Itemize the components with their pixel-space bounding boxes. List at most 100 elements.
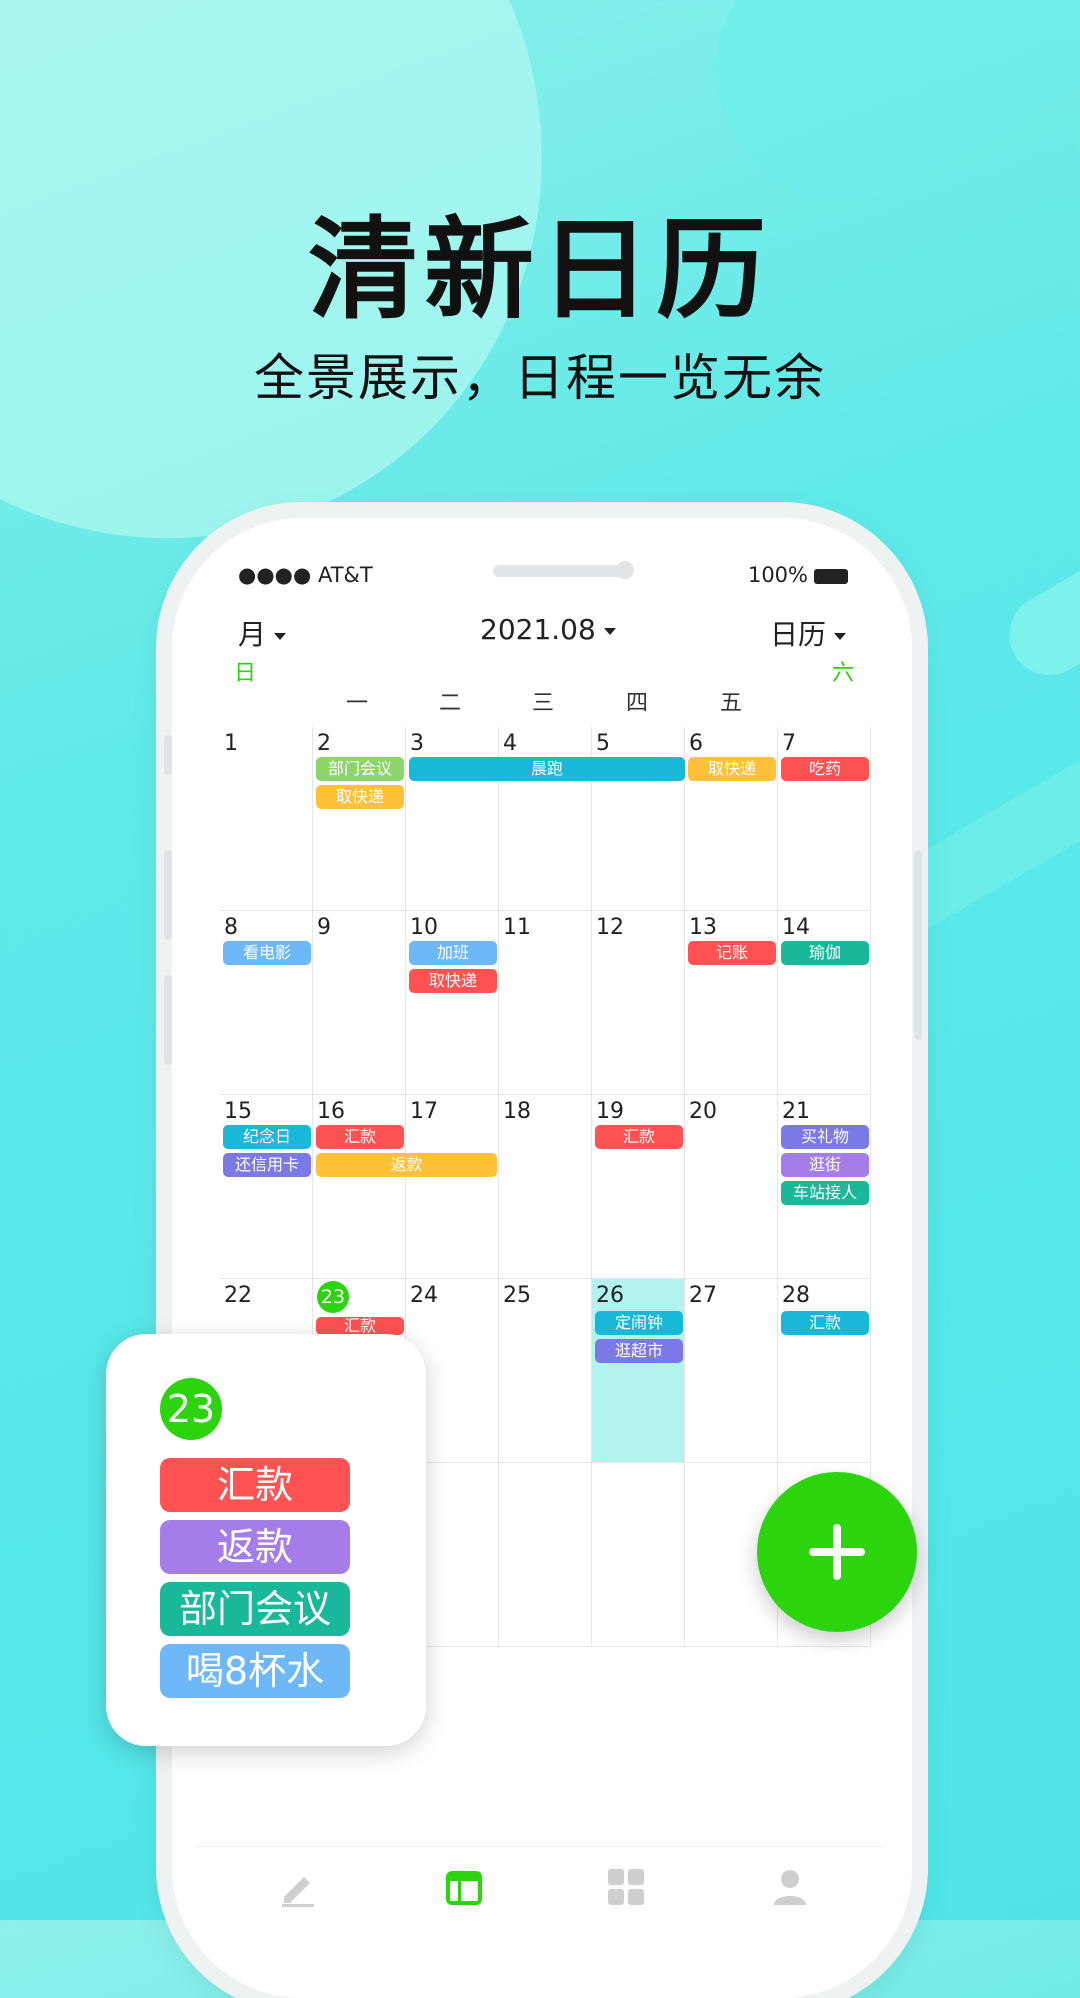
day-number: 27 <box>689 1283 717 1308</box>
event-chip[interactable]: 逛街 <box>781 1153 869 1177</box>
day-cell[interactable]: 13 <box>685 911 778 1095</box>
day-cell[interactable]: 17 <box>406 1095 499 1279</box>
phone-side-button <box>914 850 922 1040</box>
event-chip[interactable]: 汇款 <box>595 1125 683 1149</box>
grid-icon[interactable] <box>606 1867 646 1907</box>
day-cell[interactable]: 27 <box>685 1279 778 1463</box>
day-number: 19 <box>596 1099 624 1124</box>
event-chip[interactable]: 取快递 <box>316 785 404 809</box>
today-marker: 23 <box>317 1281 349 1313</box>
event-chip[interactable]: 买礼物 <box>781 1125 869 1149</box>
popup-event[interactable]: 喝8杯水 <box>160 1644 350 1698</box>
day-cell[interactable]: 2 <box>313 727 406 911</box>
event-chip[interactable]: 取快递 <box>409 969 497 993</box>
day-number: 14 <box>782 915 810 940</box>
day-cell[interactable] <box>592 1463 685 1647</box>
popup-day-badge: 23 <box>160 1378 222 1440</box>
event-chip[interactable]: 加班 <box>409 941 497 965</box>
day-cell[interactable]: 7 <box>778 727 871 911</box>
weekday-sat: 六 <box>832 661 855 686</box>
popup-event[interactable]: 汇款 <box>160 1458 350 1512</box>
day-number: 15 <box>224 1099 252 1124</box>
calendar-icon[interactable] <box>444 1867 484 1907</box>
view-mode-dropdown[interactable]: 月 <box>238 613 287 653</box>
day-cell[interactable]: 3 <box>406 727 499 911</box>
event-chip[interactable]: 纪念日 <box>223 1125 311 1149</box>
day-cell[interactable]: 20 <box>685 1095 778 1279</box>
day-number: 18 <box>503 1099 531 1124</box>
user-icon[interactable] <box>770 1867 810 1907</box>
background-shape <box>994 510 1080 690</box>
day-cell[interactable]: 18 <box>499 1095 592 1279</box>
bottom-tab-bar <box>196 1846 882 1921</box>
day-cell[interactable]: 14 <box>778 911 871 1095</box>
event-chip[interactable]: 汇款 <box>316 1317 404 1335</box>
event-chip[interactable]: 取快递 <box>688 757 776 781</box>
chevron-down-icon <box>603 627 616 635</box>
day-number: 22 <box>224 1283 252 1308</box>
day-number: 8 <box>224 915 238 940</box>
day-detail-popup: 23 汇款 返款 部门会议 喝8杯水 <box>106 1334 426 1746</box>
weekday-fri: 五 <box>720 691 743 716</box>
day-number: 6 <box>689 731 703 756</box>
month-picker[interactable]: 2021.08 <box>480 613 616 646</box>
day-number: 3 <box>410 731 424 756</box>
day-number: 24 <box>410 1283 438 1308</box>
day-cell[interactable]: 1 <box>220 727 313 911</box>
day-cell-selected[interactable]: 26 <box>592 1279 685 1463</box>
promo-subtitle: 全景展示，日程一览无余 <box>254 349 826 407</box>
day-cell[interactable]: 6 <box>685 727 778 911</box>
day-cell[interactable] <box>499 1463 592 1647</box>
event-chip[interactable]: 返款 <box>316 1153 497 1177</box>
pencil-icon[interactable] <box>278 1867 318 1907</box>
popup-event[interactable]: 返款 <box>160 1520 350 1574</box>
day-cell[interactable]: 19 <box>592 1095 685 1279</box>
day-cell[interactable]: 16 <box>313 1095 406 1279</box>
event-chip[interactable]: 瑜伽 <box>781 941 869 965</box>
weekday-wed: 三 <box>532 691 555 716</box>
event-chip[interactable]: 汇款 <box>316 1125 404 1149</box>
day-number: 20 <box>689 1099 717 1124</box>
calendar-mode-dropdown[interactable]: 日历 <box>770 613 847 653</box>
day-number: 16 <box>317 1099 345 1124</box>
event-chip[interactable]: 汇款 <box>781 1311 869 1335</box>
event-chip[interactable]: 逛超市 <box>595 1339 683 1363</box>
weekday-tue: 二 <box>439 691 462 716</box>
day-number: 13 <box>689 915 717 940</box>
event-chip[interactable]: 车站接人 <box>781 1181 869 1205</box>
weekday-thu: 四 <box>626 691 649 716</box>
event-chip[interactable]: 记账 <box>688 941 776 965</box>
event-chip[interactable]: 晨跑 <box>409 757 685 781</box>
day-cell[interactable]: 11 <box>499 911 592 1095</box>
phone-speaker <box>493 565 628 577</box>
day-cell[interactable]: 12 <box>592 911 685 1095</box>
add-event-button[interactable] <box>757 1472 917 1632</box>
weekday-header: 日 一 二 三 四 五 六 <box>190 655 890 735</box>
day-number: 12 <box>596 915 624 940</box>
day-number: 7 <box>782 731 796 756</box>
day-cell[interactable]: 28 <box>778 1279 871 1463</box>
day-cell[interactable]: 9 <box>313 911 406 1095</box>
promo-title: 清新日历 <box>308 206 772 334</box>
event-chip[interactable]: 还信用卡 <box>223 1153 311 1177</box>
event-chip[interactable]: 吃药 <box>781 757 869 781</box>
day-cell[interactable]: 25 <box>499 1279 592 1463</box>
event-chip[interactable]: 部门会议 <box>316 757 404 781</box>
day-number: 10 <box>410 915 438 940</box>
chevron-down-icon <box>274 632 287 640</box>
event-chip[interactable]: 看电影 <box>223 941 311 965</box>
day-number: 1 <box>224 731 238 756</box>
event-chip[interactable]: 定闹钟 <box>595 1311 683 1335</box>
popup-event[interactable]: 部门会议 <box>160 1582 350 1636</box>
weekday-mon: 一 <box>346 691 369 716</box>
day-cell[interactable]: 8 <box>220 911 313 1095</box>
day-number: 26 <box>596 1283 624 1308</box>
day-cell[interactable]: 5 <box>592 727 685 911</box>
day-cell[interactable]: 4 <box>499 727 592 911</box>
day-cell[interactable]: 15 <box>220 1095 313 1279</box>
weekday-sun: 日 <box>234 661 257 686</box>
day-number: 2 <box>317 731 331 756</box>
day-number: 4 <box>503 731 517 756</box>
day-number: 25 <box>503 1283 531 1308</box>
day-cell[interactable]: 10 <box>406 911 499 1095</box>
